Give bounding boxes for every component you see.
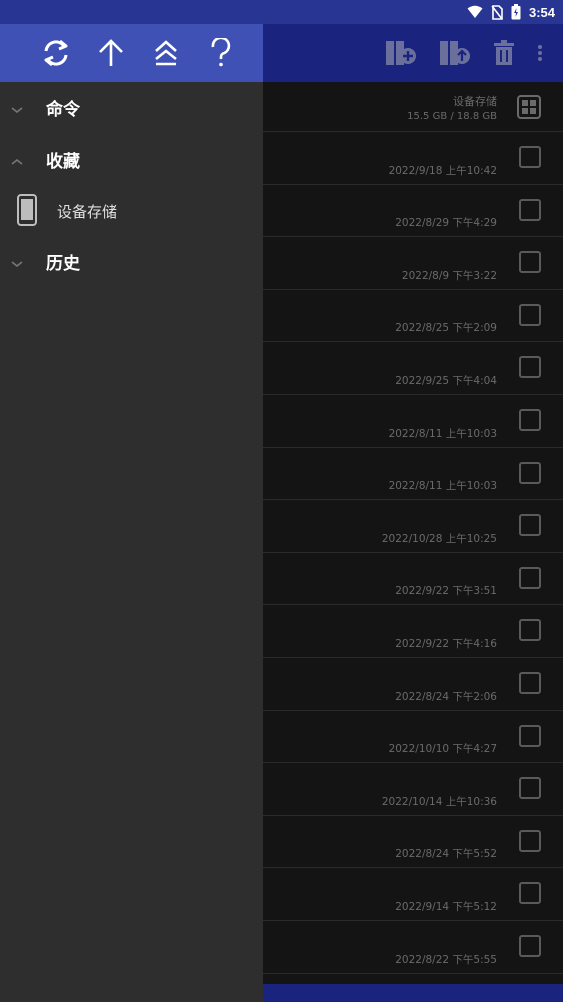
row-date: 2022/10/10 下午4:27 — [388, 743, 497, 756]
status-time: 3:54 — [528, 4, 555, 20]
row-date: 2022/10/14 上午10:36 — [381, 795, 497, 808]
section-history[interactable]: 历史 — [0, 236, 263, 288]
chevron-up-icon — [10, 152, 24, 171]
row-date: 2022/8/24 下午5:52 — [395, 848, 497, 861]
refresh-icon[interactable] — [40, 37, 72, 69]
row-checkbox[interactable] — [519, 198, 541, 221]
trash-icon[interactable] — [493, 40, 515, 66]
section-title: 历史 — [46, 254, 80, 274]
app-root: 3:54 设备存储 15.5 GB / 18.8 GB 2022/9/18 上午… — [0, 0, 563, 1002]
row-checkbox[interactable] — [519, 724, 541, 747]
status-bar: 3:54 — [0, 0, 563, 24]
storage-name: 设备存储 — [453, 95, 497, 108]
row-checkbox[interactable] — [519, 461, 541, 484]
row-checkbox[interactable] — [519, 566, 541, 589]
row-checkbox[interactable] — [519, 356, 541, 379]
row-date: 2022/9/14 下午5:12 — [395, 900, 497, 913]
row-date: 2022/8/9 下午3:22 — [401, 269, 497, 282]
row-checkbox[interactable] — [519, 671, 541, 694]
row-date: 2022/8/29 下午4:29 — [395, 217, 497, 230]
row-checkbox[interactable] — [519, 514, 541, 537]
section-commands[interactable]: 命令 — [0, 82, 263, 134]
more-vert-icon[interactable] — [537, 44, 543, 62]
row-checkbox[interactable] — [519, 303, 541, 326]
row-checkbox[interactable] — [519, 934, 541, 957]
phone-icon — [17, 194, 37, 230]
row-date: 2022/9/22 下午4:16 — [395, 637, 497, 650]
row-date: 2022/8/11 上午10:03 — [388, 480, 497, 493]
drawer-header — [0, 24, 263, 82]
row-date: 2022/8/25 下午2:09 — [395, 322, 497, 335]
storage-size: 15.5 GB / 18.8 GB — [407, 111, 497, 122]
upload-folder-icon[interactable] — [439, 40, 471, 66]
favorite-label: 设备存储 — [57, 203, 118, 221]
row-checkbox[interactable] — [519, 882, 541, 905]
wifi-icon — [467, 5, 483, 19]
section-title: 命令 — [46, 100, 80, 120]
help-icon[interactable] — [205, 37, 237, 69]
double-chevron-up-icon[interactable] — [150, 37, 182, 69]
section-title: 收藏 — [46, 152, 80, 172]
add-folder-icon[interactable] — [385, 40, 417, 66]
row-date: 2022/8/24 下午2:06 — [395, 690, 497, 703]
row-checkbox[interactable] — [519, 146, 541, 168]
battery-icon — [511, 4, 521, 20]
grid-view-icon[interactable] — [517, 95, 541, 123]
row-date: 2022/9/18 上午10:42 — [388, 164, 497, 177]
row-date: 2022/10/28 上午10:25 — [381, 532, 497, 545]
row-date: 2022/8/22 下午5:55 — [395, 953, 497, 966]
row-date: 2022/8/11 上午10:03 — [388, 427, 497, 440]
row-checkbox[interactable] — [519, 408, 541, 431]
row-checkbox[interactable] — [519, 619, 541, 642]
section-favorites[interactable]: 收藏 — [0, 134, 263, 186]
favorite-device-storage[interactable]: 设备存储 — [0, 186, 263, 236]
row-checkbox[interactable] — [519, 777, 541, 800]
chevron-down-icon — [10, 100, 24, 119]
no-sim-icon — [491, 4, 503, 20]
row-date: 2022/9/22 下午3:51 — [395, 585, 497, 598]
row-date: 2022/9/25 下午4:04 — [395, 374, 497, 387]
row-checkbox[interactable] — [519, 829, 541, 852]
row-checkbox[interactable] — [519, 251, 541, 274]
arrow-up-icon[interactable] — [95, 37, 127, 69]
chevron-down-icon — [10, 254, 24, 273]
navigation-drawer: 命令 收藏 设备存储 历史 — [0, 24, 263, 1002]
